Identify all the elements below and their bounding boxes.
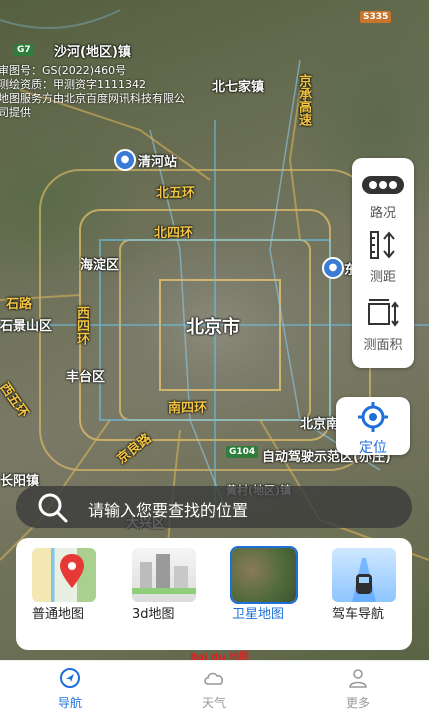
tab-weather[interactable]: 天气: [184, 667, 244, 711]
measure-distance-button[interactable]: 测距: [352, 230, 414, 285]
label-haidian: 海淀区: [80, 258, 120, 273]
map-pin-icon: [60, 554, 84, 588]
measure-area-label: 测面积: [363, 338, 403, 353]
label-shijingshan: 石景山区: [0, 319, 53, 334]
person-icon: [349, 669, 367, 688]
area-icon: [368, 299, 399, 327]
g7-shield: G7: [14, 44, 34, 56]
navigation-icon: [60, 668, 80, 688]
map-credit: 审图号：GS(2022)460号 测绘资质：甲测资字1111342 地图服务方由…: [0, 64, 185, 120]
search-icon: [38, 493, 68, 523]
label-beijing-south: 北京南: [300, 417, 340, 432]
credit-line: 测绘资质：甲测资字1111342: [0, 78, 146, 91]
3d-buildings-icon: [132, 554, 196, 594]
tab-label: 天气: [201, 696, 226, 710]
traffic-label: 路况: [369, 206, 396, 221]
label-north-ring4: 北四环: [154, 226, 194, 241]
3d-map-thumbnail: [132, 548, 196, 602]
mode-normal-map[interactable]: 普通地图: [32, 548, 96, 623]
normal-map-thumbnail: [32, 548, 96, 602]
tab-label: 导航: [57, 696, 82, 710]
map-tools-panel: 路况 测距 测面积: [352, 158, 414, 368]
label-shi-road: 石路: [6, 297, 33, 312]
g104-shield: G104: [226, 446, 259, 458]
train-station-icon: ●: [114, 149, 136, 171]
poi-icon: ●: [322, 257, 344, 279]
mode-name: 3d地图: [132, 607, 175, 622]
mode-name: 驾车导航: [332, 607, 385, 622]
credit-line: 审图号：GS(2022)460号: [0, 64, 127, 77]
label-north-ring5: 北五环: [156, 186, 196, 201]
drive-navigation-thumbnail: [332, 548, 396, 602]
tab-more[interactable]: 更多: [328, 667, 388, 711]
bottom-tab-bar: 导航 天气 更多: [0, 660, 429, 710]
ruler-icon: [370, 231, 395, 259]
measure-area-button[interactable]: 测面积: [352, 298, 414, 353]
satellite-map-thumbnail: [230, 546, 298, 604]
label-jingcheng: 京承高速: [296, 74, 311, 126]
mode-3d-map[interactable]: 3d地图: [132, 548, 196, 623]
map-mode-panel: 普通地图 3d地图 卫星地图 驾车导航: [16, 538, 412, 650]
locate-button[interactable]: 定位: [336, 397, 410, 456]
crosshair-icon: [358, 402, 388, 432]
label-fengtai: 丰台区: [66, 370, 106, 385]
label-beijing: 北京市: [186, 317, 240, 338]
tab-navigation[interactable]: 导航: [40, 667, 100, 711]
credit-line: 司提供: [0, 106, 31, 119]
label-west-ring4: 西四环: [74, 306, 89, 345]
label-south-ring4: 南四环: [168, 401, 208, 416]
search-bar[interactable]: 请输入您要查找的位置: [16, 486, 412, 528]
tab-label: 更多: [345, 696, 370, 710]
mode-satellite-map[interactable]: 卫星地图: [230, 546, 298, 623]
label-beiqijia: 北七家镇: [212, 80, 265, 95]
mode-name: 普通地图: [32, 607, 85, 622]
locate-label: 定位: [359, 440, 387, 456]
car-icon: [352, 558, 376, 602]
cloud-icon: [204, 672, 224, 685]
s335-shield: S335: [360, 11, 392, 23]
traffic-icon: [362, 176, 404, 194]
label-qinghe-station: 清河站: [138, 155, 178, 170]
mode-name: 卫星地图: [232, 607, 285, 622]
measure-distance-label: 测距: [369, 270, 396, 285]
traffic-button[interactable]: 路况: [352, 174, 414, 221]
label-shahe: 沙河(地区)镇: [54, 45, 131, 60]
mode-drive-navigation[interactable]: 驾车导航: [332, 548, 396, 623]
credit-line: 地图服务方由北京百度网讯科技有限公: [0, 92, 185, 105]
search-input[interactable]: 请输入您要查找的位置: [88, 497, 248, 521]
